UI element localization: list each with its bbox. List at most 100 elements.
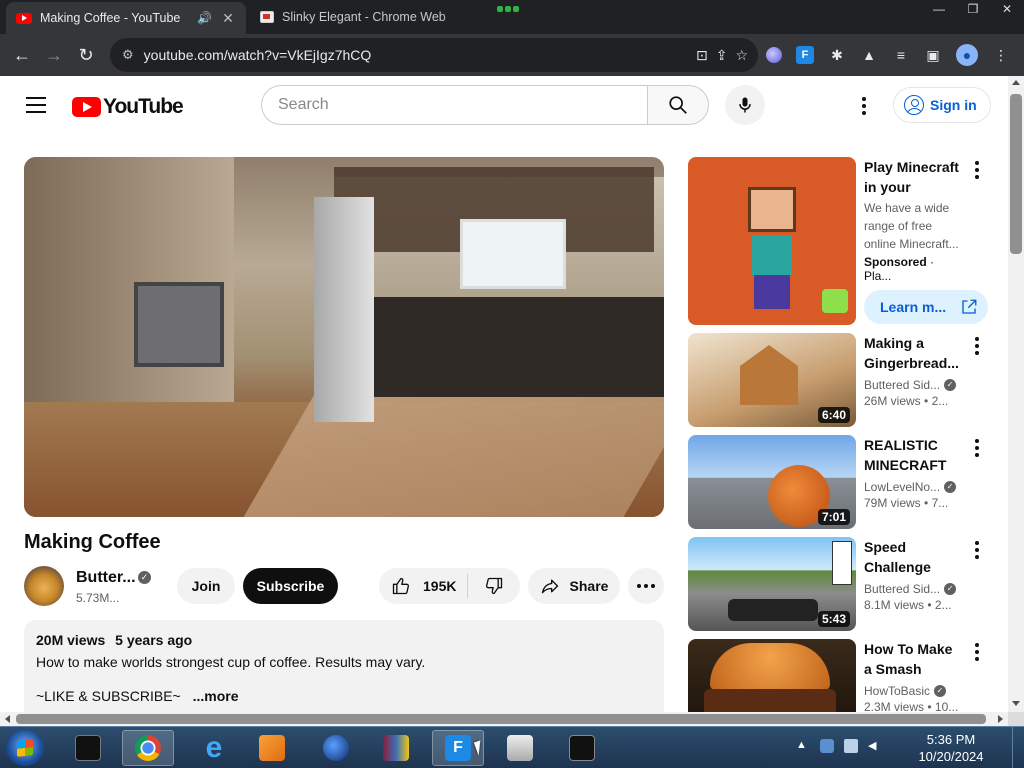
- settings-more-icon[interactable]: [852, 94, 876, 118]
- restore-icon[interactable]: ❐: [956, 0, 990, 20]
- learn-more-button[interactable]: Learn m...: [864, 290, 988, 324]
- window-controls: — ❐ ✕: [922, 0, 1024, 20]
- taskbar-clock[interactable]: 5:36 PM 10/20/2024: [896, 731, 1006, 765]
- scroll-down-arrow-icon[interactable]: [1012, 701, 1020, 706]
- join-button[interactable]: Join: [177, 568, 235, 604]
- scroll-right-arrow-icon[interactable]: [998, 715, 1003, 723]
- rec-title[interactable]: Speed Challenge: [864, 537, 964, 577]
- ad-thumbnail[interactable]: [688, 157, 856, 325]
- taskbar-app-terminal[interactable]: [62, 730, 114, 766]
- extension-icons: F ✱ ▲ ≡ ▣ ● ⋮: [766, 38, 1010, 72]
- site-info-icon[interactable]: ⚙: [122, 47, 134, 63]
- video-stats: 20M views 5 years ago: [36, 632, 652, 648]
- vertical-scrollbar[interactable]: [1008, 76, 1024, 712]
- media-queue-icon[interactable]: ≡: [892, 46, 910, 64]
- taskbar-app-ie[interactable]: e: [188, 730, 240, 766]
- address-bar[interactable]: ⚙ youtube.com/watch?v=VkEjIgz7hCQ ⊡ ⇪ ☆: [110, 38, 758, 72]
- video-thumbnail[interactable]: [688, 639, 856, 712]
- ad-menu-icon[interactable]: [974, 161, 980, 181]
- ad-title[interactable]: Play Minecraft in your browser: [864, 157, 964, 197]
- back-arrow-icon[interactable]: ←: [6, 39, 38, 71]
- share-page-icon[interactable]: ⇪: [716, 47, 728, 64]
- horizontal-scrollbar[interactable]: [0, 712, 1008, 726]
- hamburger-menu-icon[interactable]: [26, 97, 46, 113]
- share-button[interactable]: Share: [528, 568, 620, 604]
- extension-globe-icon[interactable]: [766, 47, 782, 63]
- profile-avatar-icon[interactable]: ●: [956, 44, 978, 66]
- start-button-icon[interactable]: [6, 730, 44, 766]
- puzzle-extensions-icon[interactable]: ✱: [828, 46, 846, 64]
- subscriber-count: 5.73M...: [76, 591, 120, 605]
- rec-channel[interactable]: HowToBasic: [864, 684, 930, 698]
- search-input[interactable]: [261, 85, 647, 125]
- taskbar-app-winrar[interactable]: [370, 730, 422, 766]
- horizontal-scroll-thumb[interactable]: [16, 714, 986, 724]
- channel-name[interactable]: Butter...: [76, 569, 136, 587]
- video-player[interactable]: [24, 157, 664, 517]
- channel-avatar[interactable]: [24, 566, 64, 606]
- video-menu-icon[interactable]: [974, 439, 980, 459]
- rec-title[interactable]: REALISTIC MINECRAFT -...: [864, 435, 964, 475]
- security-shield-icon[interactable]: [820, 739, 834, 753]
- close-window-icon[interactable]: ✕: [990, 0, 1024, 20]
- verified-check-icon: ✓: [944, 379, 957, 391]
- bookmark-star-icon[interactable]: ☆: [735, 47, 748, 64]
- rec-channel[interactable]: Buttered Sid...: [864, 378, 940, 392]
- recommended-video[interactable]: How To Make a Smash Burger HowToBasic ✓ 2…: [688, 639, 988, 712]
- rec-channel[interactable]: LowLevelNo...: [864, 480, 940, 494]
- video-menu-icon[interactable]: [974, 337, 980, 357]
- reload-icon[interactable]: ↻: [70, 39, 102, 71]
- video-thumbnail[interactable]: 5:43: [688, 537, 856, 631]
- taskbar-app-notes[interactable]: [556, 730, 608, 766]
- speaker-icon[interactable]: 🔊: [197, 11, 212, 25]
- taskbar-app-archive[interactable]: [494, 730, 546, 766]
- dislike-button[interactable]: [468, 576, 520, 596]
- recommended-video[interactable]: 6:40 Making a Gingerbread... Buttered Si…: [688, 333, 988, 427]
- recommended-video[interactable]: 7:01 REALISTIC MINECRAFT -... LowLevelNo…: [688, 435, 988, 529]
- verified-check-icon: ✓: [934, 685, 947, 697]
- video-thumbnail[interactable]: 6:40: [688, 333, 856, 427]
- taskbar-app-media[interactable]: [246, 730, 298, 766]
- minimize-icon[interactable]: —: [922, 0, 956, 20]
- youtube-logo[interactable]: YouTube: [72, 95, 184, 119]
- side-panel-icon[interactable]: ▣: [924, 46, 942, 64]
- tab-making-coffee[interactable]: Making Coffee - YouTube 🔊 ✕: [6, 2, 246, 34]
- scroll-left-arrow-icon[interactable]: [5, 715, 10, 723]
- url-text[interactable]: youtube.com/watch?v=VkEjIgz7hCQ: [144, 47, 696, 63]
- recommended-video[interactable]: 5:43 Speed Challenge Buttered Sid... ✓ 8.…: [688, 537, 988, 631]
- sign-in-button[interactable]: Sign in: [893, 87, 991, 123]
- sponsored-ad-card[interactable]: Play Minecraft in your browser We have a…: [688, 157, 988, 327]
- close-tab-icon[interactable]: ✕: [220, 10, 236, 27]
- video-menu-icon[interactable]: [974, 643, 980, 663]
- extension-f-icon[interactable]: F: [796, 46, 814, 64]
- chrome-menu-icon[interactable]: ⋮: [992, 46, 1010, 64]
- search-button[interactable]: [647, 85, 709, 125]
- description-box[interactable]: 20M views 5 years ago How to make worlds…: [24, 620, 664, 720]
- vertical-scroll-thumb[interactable]: [1010, 94, 1022, 254]
- show-hidden-icons-icon[interactable]: ▲: [796, 739, 810, 753]
- show-more-link[interactable]: ...more: [193, 688, 239, 704]
- tab-slinky-elegant[interactable]: Slinky Elegant - Chrome Web: [250, 0, 490, 34]
- rec-channel[interactable]: Buttered Sid...: [864, 582, 940, 596]
- taskbar-app-chrome[interactable]: [122, 730, 174, 766]
- f-app-icon: F: [445, 735, 471, 761]
- description-cta: ~LIKE & SUBSCRIBE~: [36, 688, 181, 704]
- video-menu-icon[interactable]: [974, 541, 980, 561]
- rec-title[interactable]: How To Make a Smash Burger: [864, 639, 964, 679]
- flask-icon[interactable]: ▲: [860, 46, 878, 64]
- like-button[interactable]: 195K: [379, 574, 468, 598]
- install-app-icon[interactable]: ⊡: [696, 47, 708, 64]
- video-thumbnail[interactable]: 7:01: [688, 435, 856, 529]
- rec-title[interactable]: Making a Gingerbread...: [864, 333, 964, 373]
- voice-search-button[interactable]: [725, 85, 765, 125]
- volume-icon[interactable]: ◀: [868, 739, 882, 753]
- show-desktop-button[interactable]: [1012, 727, 1024, 768]
- more-actions-button[interactable]: [628, 568, 664, 604]
- scroll-up-arrow-icon[interactable]: [1012, 80, 1020, 85]
- rec-views: 26M views: [864, 394, 921, 408]
- subscribe-button[interactable]: Subscribe: [243, 568, 338, 604]
- network-icon[interactable]: [844, 739, 858, 753]
- forward-arrow-icon[interactable]: →: [38, 39, 70, 71]
- rec-age: • 7...: [924, 496, 949, 510]
- taskbar-app-globe[interactable]: [310, 730, 362, 766]
